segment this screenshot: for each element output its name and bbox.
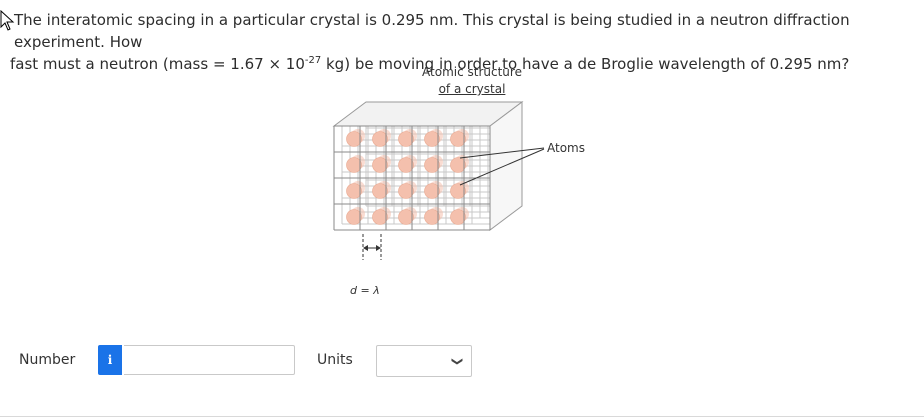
atom [424, 183, 440, 199]
atom [346, 209, 362, 225]
atom [346, 183, 362, 199]
number-label: Number [19, 352, 76, 368]
spacing-label: d = λ [350, 284, 380, 297]
lattice-top-face [332, 101, 524, 127]
atom [346, 157, 362, 173]
atom [424, 157, 440, 173]
atom [398, 183, 414, 199]
atom [372, 157, 388, 173]
atom [398, 209, 414, 225]
mass-exponent: -27 [304, 55, 322, 66]
crystal-lattice-diagram [332, 101, 545, 260]
atom [450, 183, 466, 199]
question-line-1: The interatomic spacing in a particular … [14, 11, 850, 51]
atom [346, 131, 362, 147]
atom [450, 209, 466, 225]
arrowhead [363, 245, 368, 251]
atom [450, 157, 466, 173]
info-icon[interactable]: i [98, 345, 122, 375]
question-line-2-start: fast must a neutron (mass = 1.67 × 10 [10, 55, 305, 73]
atom [450, 131, 466, 147]
atom [398, 131, 414, 147]
number-input[interactable] [124, 345, 295, 375]
arrowhead [376, 245, 381, 251]
atoms-label: Atoms [547, 141, 585, 155]
atom [372, 183, 388, 199]
units-label: Units [317, 352, 353, 368]
atom [398, 157, 414, 173]
atom [372, 209, 388, 225]
atom [372, 131, 388, 147]
divider [0, 416, 924, 417]
atom [424, 131, 440, 147]
answer-row: Number i Units ❯ [0, 343, 924, 377]
chevron-down-icon: ❯ [450, 356, 464, 367]
atom [424, 209, 440, 225]
crystal-structure-figure: Atomic structure of a crystal Atoms d = … [320, 62, 620, 307]
units-select[interactable]: ❯ [376, 345, 472, 377]
